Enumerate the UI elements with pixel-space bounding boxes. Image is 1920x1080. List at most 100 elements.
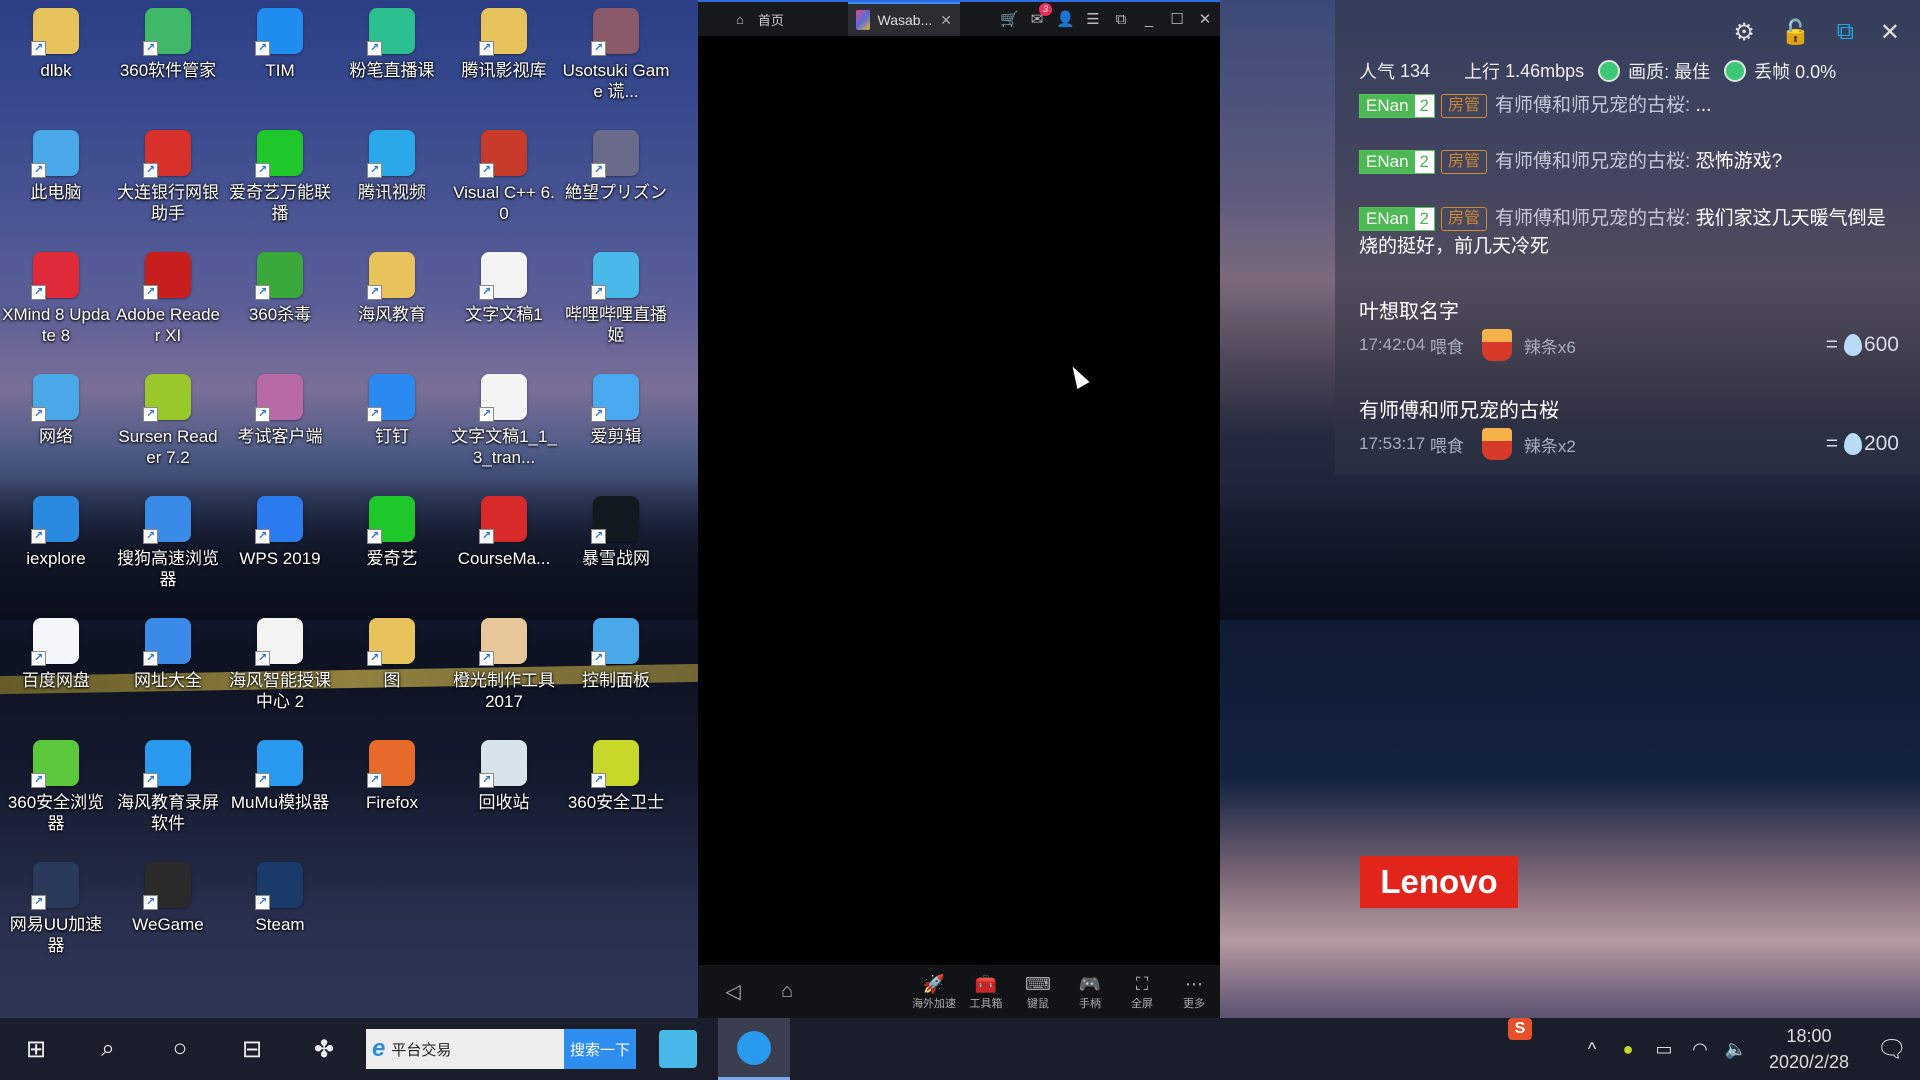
desktop-icon[interactable]: ↗ 爱奇艺: [336, 496, 448, 569]
home-button[interactable]: ⌂: [760, 980, 814, 1003]
maximize-button[interactable]: ☐: [1168, 10, 1186, 28]
taskbar-bilibili-live[interactable]: [642, 1018, 714, 1080]
toolbar-keyboard-button[interactable]: ⌨ 键鼠: [1012, 973, 1064, 1011]
desktop-icon[interactable]: ↗ 文字文稿1: [448, 252, 560, 325]
volume-icon[interactable]: 🔈: [1718, 1039, 1754, 1060]
wifi-icon[interactable]: ◠: [1682, 1039, 1718, 1060]
desktop-icon[interactable]: ↗ 粉笔直播课: [336, 8, 448, 81]
toolbar-rocket-button[interactable]: 🚀 海外加速: [908, 973, 960, 1011]
desktop-icon[interactable]: ↗ WPS 2019: [224, 496, 336, 569]
unlock-icon[interactable]: 🔓: [1781, 18, 1811, 47]
app-thumbnail-icon: [856, 10, 870, 30]
desktop-icon[interactable]: ↗ Usotsuki Game 谎...: [560, 8, 672, 102]
desktop-icon[interactable]: ↗ 网址大全: [112, 618, 224, 691]
desktop-icon[interactable]: ↗ WeGame: [112, 862, 224, 935]
app-tab-wasabi[interactable]: Wasab... ✕: [848, 2, 960, 36]
clock[interactable]: 18:00 2020/2/28: [1754, 1023, 1864, 1075]
shortcut-arrow-icon: ↗: [31, 407, 46, 422]
desktop-icon[interactable]: ↗ 橙光制作工具2017: [448, 618, 560, 712]
desktop-icon[interactable]: ↗ 考试客户端: [224, 374, 336, 447]
close-button[interactable]: ✕: [1196, 10, 1214, 28]
desktop-icon[interactable]: ↗ MuMu模拟器: [224, 740, 336, 813]
orange-light-tool-icon: ↗: [479, 618, 527, 666]
desktop-icon[interactable]: ↗ CourseMa...: [448, 496, 560, 569]
gift-sender[interactable]: 叶想取名字: [1359, 295, 1459, 324]
desktop-icon[interactable]: ↗ 360安全卫士: [560, 740, 672, 813]
desktop-icon[interactable]: ↗ Adobe Reader XI: [112, 252, 224, 346]
desktop-icon[interactable]: ↗ Steam: [224, 862, 336, 935]
taskbar-mumu-emulator[interactable]: [718, 1018, 790, 1080]
360-tray-icon[interactable]: ●: [1610, 1039, 1646, 1060]
close-icon[interactable]: ✕: [1880, 18, 1900, 47]
toolbar-gamepad-button[interactable]: 🎮 手柄: [1064, 973, 1116, 1011]
task-view-icon[interactable]: ⊟: [216, 1018, 288, 1080]
desktop-icon[interactable]: ↗ 絶望プリズン: [560, 130, 672, 203]
menu-icon[interactable]: ☰: [1084, 10, 1102, 28]
desktop-icon[interactable]: ↗ TIM: [224, 8, 336, 81]
gift-sender[interactable]: 有师傅和师兄宠的古桜: [1359, 394, 1559, 423]
desktop-icon[interactable]: ↗ 搜狗高速浏览器: [112, 496, 224, 590]
desktop-icon[interactable]: ↗ 360安全浏览器: [0, 740, 112, 834]
desktop-icon[interactable]: ↗ iexplore: [0, 496, 112, 569]
desktop-icon[interactable]: ↗ 钉钉: [336, 374, 448, 447]
search-icon[interactable]: ⌕: [72, 1018, 144, 1080]
desktop-icon[interactable]: ↗ 爱剪辑: [560, 374, 672, 447]
pinwheel-app-icon[interactable]: ✤: [288, 1018, 360, 1080]
desktop-icon[interactable]: ↗ 暴雪战网: [560, 496, 672, 569]
toolbar-fullscreen-button[interactable]: ⛶ 全屏: [1116, 973, 1168, 1011]
mumu-emulator-window[interactable]: ⌂ 首页 Wasab... ✕ 🛒 ✉ 3 👤 ☰ ⧉ _ ☐ ✕ ◁ ⌂ 🚀 海外…: [698, 0, 1220, 1018]
popout-icon[interactable]: ⧉: [1837, 18, 1854, 47]
screenshot-icon[interactable]: ⧉: [1112, 11, 1130, 28]
shortcut-arrow-icon: ↗: [591, 773, 606, 788]
home-tab[interactable]: ⌂ 首页: [736, 2, 784, 36]
toolbox-icon: 🧰: [974, 973, 998, 994]
desktop-icon[interactable]: ↗ 网络: [0, 374, 112, 447]
desktop-icon[interactable]: ↗ dlbk: [0, 8, 112, 81]
desktop-icon[interactable]: ↗ 回收站: [448, 740, 560, 813]
shortcut-arrow-icon: ↗: [31, 895, 46, 910]
desktop-icon[interactable]: ↗ 网易UU加速器: [0, 862, 112, 956]
battery-icon[interactable]: ▭: [1646, 1039, 1682, 1060]
shortcut-arrow-icon: ↗: [143, 41, 158, 56]
desktop-icon[interactable]: ↗ 海风教育: [336, 252, 448, 325]
desktop-icon[interactable]: ↗ 此电脑: [0, 130, 112, 203]
toolbar-toolbox-button[interactable]: 🧰 工具箱: [960, 973, 1012, 1011]
desktop-icon[interactable]: ↗ Visual C++ 6.0: [448, 130, 560, 224]
desktop-icon[interactable]: ↗ 大连银行网银助手: [112, 130, 224, 224]
mail-icon[interactable]: ✉ 3: [1028, 3, 1052, 28]
desktop-icon[interactable]: ↗ 360杀毒: [224, 252, 336, 325]
desktop-icon[interactable]: ↗ 360软件管家: [112, 8, 224, 81]
desktop-icon[interactable]: ↗ 文字文稿1_1_3_tran...: [448, 374, 560, 468]
chat-username[interactable]: 有师傅和师兄宠的古桜:: [1495, 151, 1690, 172]
desktop-icon[interactable]: ↗ 爱奇艺万能联播: [224, 130, 336, 224]
desktop-icon[interactable]: ↗ 图: [336, 618, 448, 691]
back-button[interactable]: ◁: [706, 979, 760, 1004]
desktop-icon[interactable]: ↗ Sursen Reader 7.2: [112, 374, 224, 468]
search-go-button[interactable]: 搜索一下: [564, 1029, 636, 1069]
notification-icon[interactable]: 🗨: [1864, 1035, 1920, 1064]
chat-username[interactable]: 有师傅和师兄宠的古桜:: [1495, 95, 1690, 116]
start-button[interactable]: ⊞: [0, 1018, 72, 1080]
cortana-icon[interactable]: ○: [144, 1018, 216, 1080]
show-hidden-icons[interactable]: ^: [1574, 1039, 1610, 1060]
browser-search-box[interactable]: e 平台交易: [366, 1029, 564, 1069]
sogou-ime-icon[interactable]: S: [1508, 1018, 1532, 1040]
desktop-icon[interactable]: ↗ 海风智能授课中心 2: [224, 618, 336, 712]
desktop-icon[interactable]: ↗ Firefox: [336, 740, 448, 813]
shortcut-arrow-icon: ↗: [143, 895, 158, 910]
desktop-icon[interactable]: ↗ 海风教育录屏软件: [112, 740, 224, 834]
cart-icon[interactable]: 🛒: [1000, 10, 1019, 28]
toolbar-more-button[interactable]: ⋯ 更多: [1168, 973, 1220, 1011]
desktop-icon[interactable]: ↗ 哔哩哔哩直播姬: [560, 252, 672, 346]
desktop-icon[interactable]: ↗ 腾讯视频: [336, 130, 448, 203]
desktop-icon[interactable]: ↗ XMind 8 Update 8: [0, 252, 112, 346]
close-tab-icon[interactable]: ✕: [940, 12, 952, 29]
settings-icon[interactable]: ⚙: [1733, 18, 1755, 47]
chat-username[interactable]: 有师傅和师兄宠的古桜:: [1495, 208, 1690, 229]
desktop-icon[interactable]: ↗ 百度网盘: [0, 618, 112, 691]
search-input[interactable]: 平台交易: [391, 1039, 451, 1060]
desktop-icon[interactable]: ↗ 控制面板: [560, 618, 672, 691]
user-icon[interactable]: 👤: [1056, 10, 1075, 28]
desktop-icon[interactable]: ↗ 腾讯影视库: [448, 8, 560, 81]
minimize-button[interactable]: _: [1140, 11, 1158, 28]
